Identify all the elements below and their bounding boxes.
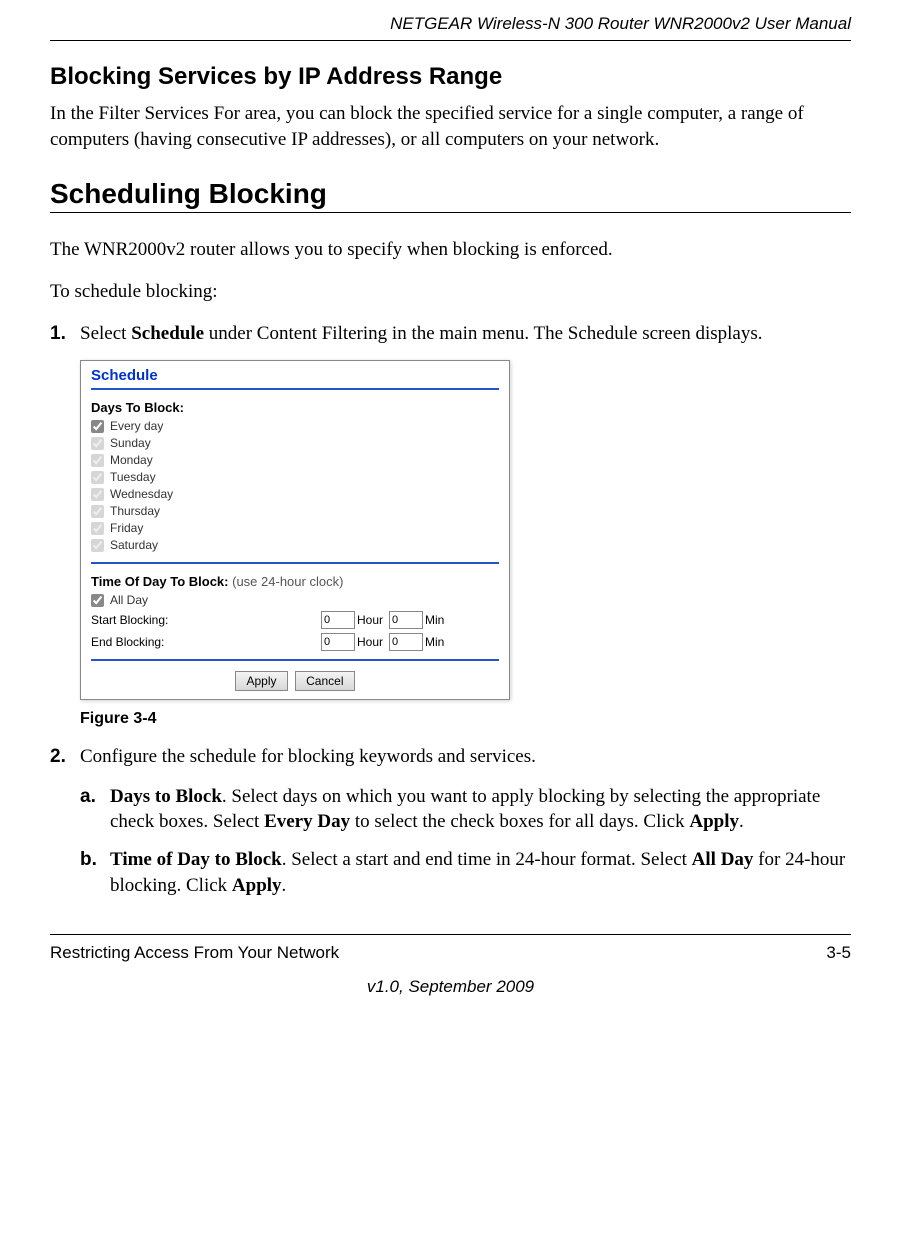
substep-b: b. Time of Day to Block. Select a start …: [80, 847, 851, 898]
sb-t3: .: [282, 875, 287, 896]
footer-right: 3-5: [826, 943, 851, 963]
time-note: (use 24-hour clock): [232, 574, 343, 589]
step1-pre: Select: [80, 323, 131, 344]
sa-t3: .: [739, 811, 744, 832]
label-tuesday: Tuesday: [110, 470, 156, 484]
start-hour-input[interactable]: [321, 611, 355, 629]
day-row-wednesday: Wednesday: [91, 487, 499, 501]
sa-b1: Days to Block: [110, 786, 222, 807]
scheduling-para1: The WNR2000v2 router allows you to speci…: [50, 237, 851, 263]
step1-bold: Schedule: [131, 323, 204, 344]
cancel-button[interactable]: Cancel: [295, 671, 354, 691]
sa-t2: to select the check boxes for all days. …: [350, 811, 689, 832]
substep-text: Days to Block. Select days on which you …: [110, 784, 851, 835]
sb-b2: All Day: [692, 849, 754, 870]
checkbox-everyday[interactable]: [91, 420, 104, 433]
day-row-monday: Monday: [91, 453, 499, 467]
sb-t1: . Select a start and end time in 24-hour…: [282, 849, 692, 870]
min-unit: Min: [425, 613, 444, 627]
start-min-input[interactable]: [389, 611, 423, 629]
label-allday: All Day: [110, 593, 148, 607]
step-text: Select Schedule under Content Filtering …: [80, 321, 763, 347]
label-saturday: Saturday: [110, 538, 158, 552]
checkbox-tuesday[interactable]: [91, 471, 104, 484]
checkbox-saturday[interactable]: [91, 539, 104, 552]
end-label: End Blocking:: [91, 635, 321, 649]
end-min-input[interactable]: [389, 633, 423, 651]
substep-text: Time of Day to Block. Select a start and…: [110, 847, 851, 898]
time-label-text: Time Of Day To Block:: [91, 574, 229, 589]
day-row-thursday: Thursday: [91, 504, 499, 518]
time-of-day-label: Time Of Day To Block: (use 24-hour clock…: [91, 574, 499, 589]
day-row-friday: Friday: [91, 521, 499, 535]
checkbox-wednesday[interactable]: [91, 488, 104, 501]
day-row-everyday: Every day: [91, 419, 499, 433]
hour-unit: Hour: [357, 613, 383, 627]
sb-b1: Time of Day to Block: [110, 849, 282, 870]
label-monday: Monday: [110, 453, 153, 467]
allday-row: All Day: [91, 593, 499, 607]
footer-left: Restricting Access From Your Network: [50, 943, 339, 963]
start-label: Start Blocking:: [91, 613, 321, 627]
schedule-title: Schedule: [91, 367, 499, 384]
step1-post: under Content Filtering in the main menu…: [204, 323, 762, 344]
checkbox-thursday[interactable]: [91, 505, 104, 518]
step-1: 1. Select Schedule under Content Filteri…: [50, 321, 851, 347]
substep-num: b.: [80, 847, 110, 898]
day-row-sunday: Sunday: [91, 436, 499, 450]
substep-a: a. Days to Block. Select days on which y…: [80, 784, 851, 835]
label-friday: Friday: [110, 521, 143, 535]
blue-rule: [91, 388, 499, 390]
apply-button[interactable]: Apply: [235, 671, 287, 691]
sb-b3: Apply: [232, 875, 282, 896]
end-blocking-row: End Blocking: Hour Min: [91, 633, 499, 651]
manual-title: NETGEAR Wireless-N 300 Router WNR2000v2 …: [390, 14, 851, 33]
sa-b3: Apply: [689, 811, 739, 832]
sa-b2: Every Day: [264, 811, 350, 832]
day-row-saturday: Saturday: [91, 538, 499, 552]
step-text: Configure the schedule for blocking keyw…: [80, 744, 536, 770]
schedule-screenshot: Schedule Days To Block: Every day Sunday…: [80, 360, 510, 700]
checkbox-friday[interactable]: [91, 522, 104, 535]
scheduling-para2: To schedule blocking:: [50, 279, 851, 305]
section-rule: [50, 212, 851, 213]
step-2: 2. Configure the schedule for blocking k…: [50, 744, 851, 770]
step-num: 1.: [50, 321, 80, 347]
label-thursday: Thursday: [110, 504, 160, 518]
start-blocking-row: Start Blocking: Hour Min: [91, 611, 499, 629]
blue-rule-2: [91, 562, 499, 564]
checkbox-allday[interactable]: [91, 594, 104, 607]
checkbox-sunday[interactable]: [91, 437, 104, 450]
label-wednesday: Wednesday: [110, 487, 173, 501]
section1-para: In the Filter Services For area, you can…: [50, 101, 851, 152]
min-unit-2: Min: [425, 635, 444, 649]
figure-caption: Figure 3-4: [80, 710, 851, 728]
figure-container: Schedule Days To Block: Every day Sunday…: [80, 360, 851, 728]
page-header: NETGEAR Wireless-N 300 Router WNR2000v2 …: [50, 14, 851, 41]
hour-unit-2: Hour: [357, 635, 383, 649]
days-to-block-label: Days To Block:: [91, 400, 499, 415]
step-num: 2.: [50, 744, 80, 770]
section-heading-scheduling: Scheduling Blocking: [50, 178, 851, 210]
substep-num: a.: [80, 784, 110, 835]
blue-rule-3: [91, 659, 499, 661]
section-heading-blocking-ip: Blocking Services by IP Address Range: [50, 63, 851, 91]
label-everyday: Every day: [110, 419, 163, 433]
end-hour-input[interactable]: [321, 633, 355, 651]
page-footer: Restricting Access From Your Network 3-5…: [50, 934, 851, 997]
footer-center: v1.0, September 2009: [50, 977, 851, 997]
day-row-tuesday: Tuesday: [91, 470, 499, 484]
label-sunday: Sunday: [110, 436, 151, 450]
checkbox-monday[interactable]: [91, 454, 104, 467]
button-row: Apply Cancel: [91, 671, 499, 691]
